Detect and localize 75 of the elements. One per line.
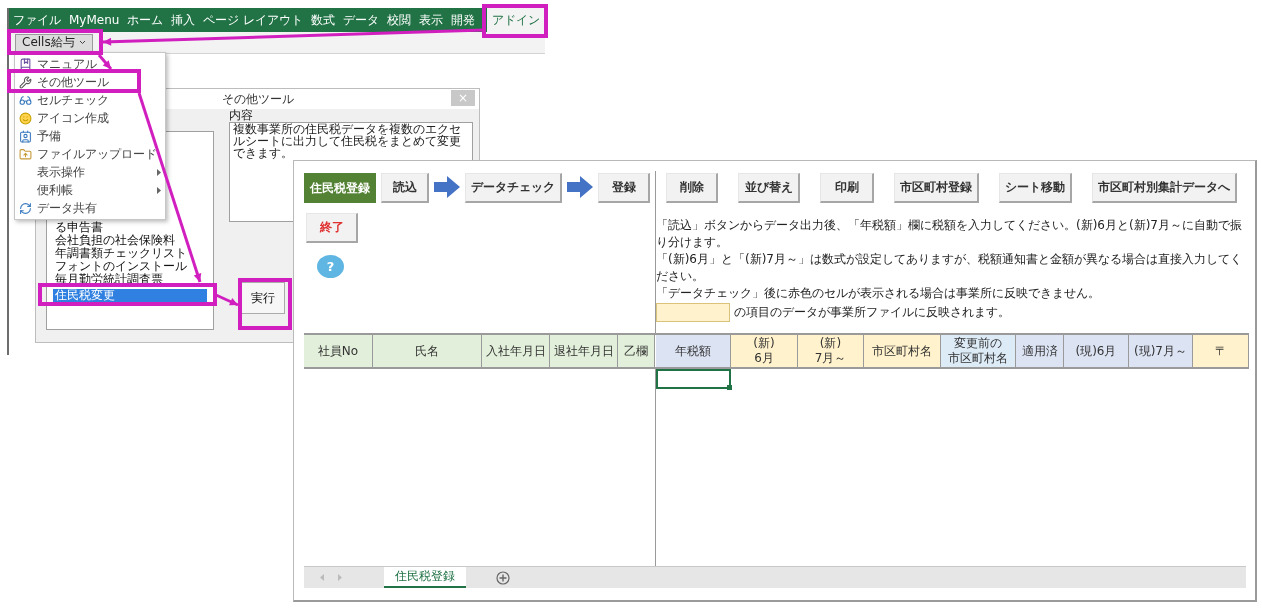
legend-text: の項目のデータが事業所ファイルに反映されます。: [734, 304, 1010, 321]
menu-item[interactable]: アイコン作成: [15, 109, 165, 127]
menu-item[interactable]: セルチェック: [15, 91, 165, 109]
highlight-frame: [482, 4, 548, 38]
folder-icon: [19, 147, 32, 161]
run-button[interactable]: 実行: [241, 282, 285, 314]
ribbon-tab[interactable]: 表示: [415, 8, 448, 32]
menu-item[interactable]: その他ツール: [15, 73, 165, 91]
refresh-icon: [19, 201, 32, 215]
menu-item[interactable]: マニュアル: [15, 55, 165, 73]
list-item[interactable]: 年調書類チェックリスト: [53, 247, 207, 260]
menu-item[interactable]: ファイルアップロード: [15, 145, 165, 163]
menu-item[interactable]: 表示操作: [15, 163, 165, 181]
list-item[interactable]: フォントのインストール: [53, 260, 207, 273]
ribbon-tab[interactable]: ホーム: [123, 8, 168, 32]
register-button[interactable]: 登録: [598, 173, 650, 203]
dialog-title: その他ツール: [221, 90, 294, 108]
action-button[interactable]: シート移動: [999, 173, 1072, 203]
instruction-text: 「データチェック」後に赤色のセルが表示される場合は事業所に反映できません。: [656, 285, 1101, 302]
load-button[interactable]: 読込: [381, 173, 429, 203]
action-button[interactable]: 市区町村登録: [894, 173, 979, 203]
instruction-text: 「(新)6月」と「(新)7月～」は数式が設定してありますが、税額通知書と金額が異なる場合は直接入力してください。: [656, 251, 1243, 285]
sheet-title: 住民税登録: [304, 173, 376, 203]
right-arrow-icon: [567, 176, 593, 198]
glasses-icon: [19, 93, 32, 107]
column-header: 市区町村名: [864, 335, 941, 367]
addin-button[interactable]: Cells給与: [15, 33, 93, 52]
ribbon-tab[interactable]: アドイン: [487, 8, 545, 32]
callout-arrow: [215, 293, 239, 307]
ribbon-tab[interactable]: 開発: [447, 8, 480, 32]
column-header: 適用済: [1016, 335, 1064, 367]
exit-button[interactable]: 終了: [306, 213, 358, 243]
data-check-button[interactable]: データチェック: [465, 173, 562, 203]
column-header: 年税額: [656, 335, 731, 367]
list-item[interactable]: 住民税変更: [53, 289, 207, 302]
menu-item[interactable]: 予備: [15, 127, 165, 145]
action-button[interactable]: 市区町村別集計データへ: [1092, 173, 1237, 203]
list-item[interactable]: 会社負担の社会保険料: [53, 234, 207, 247]
action-button[interactable]: 印刷: [820, 173, 874, 203]
ribbon-tab[interactable]: ファイル: [9, 8, 65, 32]
action-button[interactable]: 削除: [666, 173, 718, 203]
column-header: 変更前の 市区町村名: [941, 335, 1016, 367]
ribbon-tab[interactable]: ページ レイアウト: [199, 8, 308, 32]
wrench-icon: [19, 75, 32, 89]
ribbon-tab[interactable]: データ: [339, 8, 384, 32]
add-sheet-icon[interactable]: [496, 570, 510, 585]
id-card-icon: [19, 129, 32, 143]
content-label: 内容: [229, 109, 254, 122]
active-cell[interactable]: [656, 369, 731, 389]
ribbon-tab[interactable]: 数式: [307, 8, 340, 32]
menu-item[interactable]: 便利帳: [15, 181, 165, 199]
ribbon-tab[interactable]: 校閲: [383, 8, 416, 32]
book-icon: [19, 57, 32, 71]
caret-icon: [78, 40, 86, 45]
callout-arrow: [97, 54, 113, 70]
list-item[interactable]: る申告書: [53, 221, 207, 234]
column-header: 乙欄: [618, 335, 655, 367]
column-header: (現)6月: [1064, 335, 1129, 367]
right-arrow-icon: [434, 176, 460, 198]
highlight-frame: [238, 278, 292, 330]
sheet-tab[interactable]: 住民税登録: [384, 567, 466, 588]
ribbon-tab[interactable]: MyMenu: [65, 8, 124, 32]
column-header: 氏名: [373, 335, 482, 367]
column-header: (新) 6月: [731, 335, 798, 367]
ribbon-tab[interactable]: 挿入: [167, 8, 200, 32]
column-header: (新) 7月～: [798, 335, 864, 367]
action-button[interactable]: 並び替え: [738, 173, 800, 203]
instruction-text: 「読込」ボタンからデータ出力後、「年税額」欄に税額を入力してください。(新)6月と(新)7月～に自動で振り分けます。: [656, 217, 1243, 251]
column-header: 入社年月日: [482, 335, 550, 367]
smiley-icon: [19, 111, 32, 125]
column-header: 退社年月日: [550, 335, 618, 367]
column-header: 〒: [1193, 335, 1249, 367]
menu-item[interactable]: データ共有: [15, 199, 165, 217]
column-header: (現)7月～: [1129, 335, 1193, 367]
column-header: 社員No: [304, 335, 373, 367]
